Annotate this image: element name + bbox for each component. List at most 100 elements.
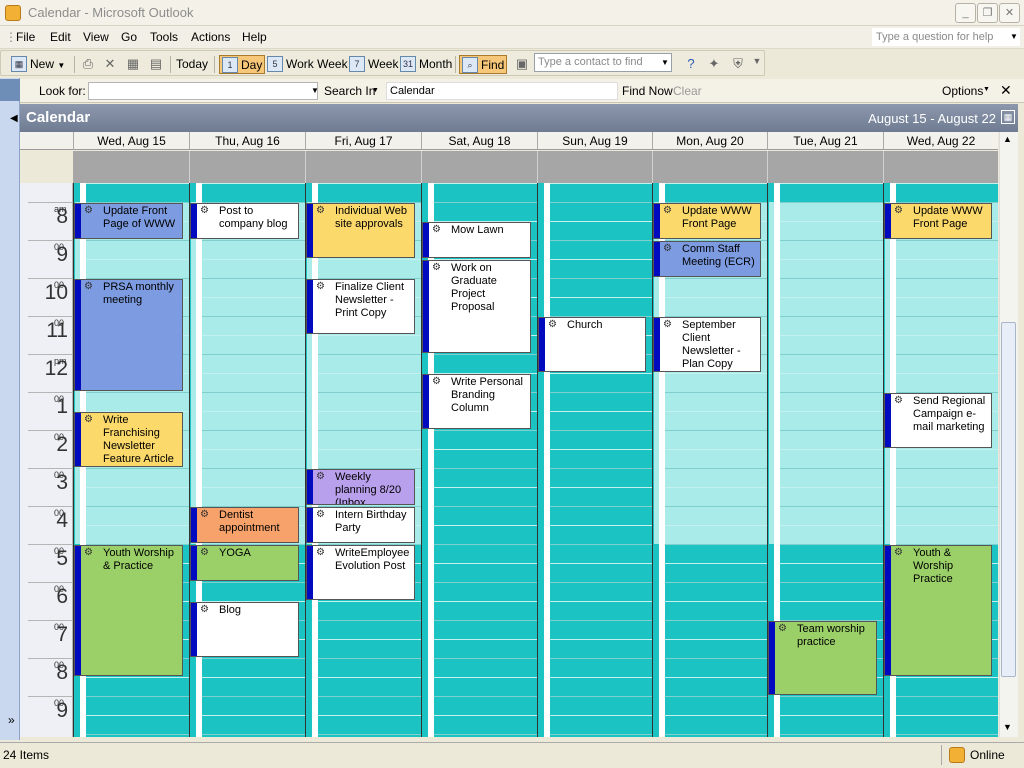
security-shield-icon[interactable]: ⛨ [729, 56, 747, 73]
day-header-1[interactable]: Thu, Aug 16 [189, 132, 305, 150]
appointment[interactable]: ⚙ WriteEmployee Evolution Post [306, 545, 415, 600]
appointment[interactable]: ⚙ Finalize Client Newsletter - Print Copy [306, 279, 415, 334]
appointment[interactable]: ⚙ Update Front Page of WWW [74, 203, 183, 239]
menu-actions[interactable]: Actions [191, 30, 230, 44]
day-header-4[interactable]: Sun, Aug 19 [537, 132, 652, 150]
all-day-event-area[interactable] [73, 151, 998, 183]
tools-icon[interactable]: ✦ [705, 56, 723, 73]
clear-button[interactable]: Clear [673, 84, 702, 98]
time-grid[interactable]: 8 am 9 00 10 00 11 00 12 pm 1 00 2 00 3 00 4 00 5 00 6 00 7 00 8… [20, 183, 998, 737]
day-header-2[interactable]: Fri, Aug 17 [305, 132, 421, 150]
busy-status-bar [423, 261, 429, 352]
hour-line [665, 658, 767, 659]
options-button[interactable]: Options [942, 84, 983, 98]
busy-status-bar [423, 375, 429, 428]
appointment[interactable]: ⚙ Youth Worship & Practice [74, 545, 183, 676]
appointment[interactable]: ⚙ Update WWW Front Page [653, 203, 761, 239]
week-7-icon: 7 [349, 56, 365, 72]
toolbar-options-chevron-icon[interactable]: ▼ [748, 56, 766, 73]
navigation-pane[interactable] [0, 78, 20, 740]
grid-view-icon[interactable]: ▦ [124, 56, 142, 73]
appointment[interactable]: ⚙ Update WWW Front Page [884, 203, 992, 239]
search-in-chevron-icon[interactable]: ▼ [372, 87, 379, 94]
delete-icon[interactable]: ✕ [101, 56, 119, 73]
menu-help[interactable]: Help [242, 30, 267, 44]
day-column-2[interactable] [305, 183, 421, 737]
scroll-down-icon[interactable]: ▼ [1003, 722, 1012, 732]
appointment[interactable]: ⚙ Dentist appointment [190, 507, 299, 543]
appointment[interactable]: ⚙ Write Personal Branding Column [422, 374, 531, 429]
day-header-0[interactable]: Wed, Aug 15 [73, 132, 189, 150]
appointment[interactable]: ⚙ Send Regional Campaign e-mail marketing [884, 393, 992, 448]
day-header-7[interactable]: Wed, Aug 22 [883, 132, 998, 150]
week-view-button[interactable]: 7 Week [347, 55, 400, 74]
today-button[interactable]: Today [171, 55, 210, 74]
hour-line [780, 696, 883, 697]
day-header-6[interactable]: Tue, Aug 21 [767, 132, 883, 150]
menu-go[interactable]: Go [121, 30, 137, 44]
appointment[interactable]: ⚙ Work on Graduate Project Proposal [422, 260, 531, 353]
ask-question-input[interactable]: Type a question for help [872, 28, 1020, 46]
day-header-5[interactable]: Mon, Aug 20 [652, 132, 767, 150]
work-week-view-button[interactable]: 5 Work Week [265, 55, 350, 74]
busy-status-bar [75, 204, 81, 238]
menu-tools[interactable]: Tools [150, 30, 178, 44]
appointment[interactable]: ⚙ September Client Newsletter - Plan Copy [653, 317, 761, 372]
appointment[interactable]: ⚙ Post to company blog [190, 203, 299, 239]
appointment[interactable]: ⚙ Mow Lawn [422, 222, 531, 258]
new-button[interactable]: ▦ New ▼ [9, 55, 67, 74]
address-book-icon[interactable]: ▤ [147, 56, 165, 73]
look-for-dropdown-icon[interactable]: ▼ [311, 86, 319, 95]
vertical-scrollbar[interactable]: ▲ ▼ [999, 132, 1018, 737]
collapse-arrow-icon[interactable]: ◀ [10, 113, 18, 124]
contact-dropdown-icon[interactable]: ▼ [661, 58, 669, 67]
appointment[interactable]: ⚙ Church [538, 317, 646, 372]
day-view-button[interactable]: 1 Day [219, 55, 266, 74]
hour-line [86, 259, 189, 260]
recurrence-icon: ⚙ [432, 224, 441, 235]
hour-tick [28, 582, 73, 583]
hour-line [434, 601, 537, 602]
find-button[interactable]: ⌕ Find [459, 55, 508, 74]
month-view-button[interactable]: 31 Month [398, 55, 454, 74]
menu-view[interactable]: View [83, 30, 109, 44]
options-chevron-icon[interactable]: ▼ [983, 86, 990, 93]
calendar-grid-icon[interactable]: ▦ [1001, 110, 1015, 124]
appointment[interactable]: ⚙ Weekly planning 8/20 (Inbox [306, 469, 415, 505]
help-icon[interactable]: ? [682, 56, 700, 73]
scrollbar-thumb[interactable] [1001, 322, 1016, 677]
address-book-icon[interactable]: ▣ [513, 56, 531, 73]
search-in-value[interactable]: Calendar [386, 82, 618, 100]
find-now-button[interactable]: Find Now [622, 84, 673, 98]
day-header-3[interactable]: Sat, Aug 18 [421, 132, 537, 150]
menu-edit[interactable]: Edit [50, 30, 71, 44]
expand-chevron-icon[interactable]: » [8, 713, 15, 727]
close-button[interactable]: ✕ [999, 3, 1020, 23]
appointment-subject: Weekly planning 8/20 (Inbox [335, 471, 402, 505]
appointment[interactable]: ⚙ PRSA monthly meeting [74, 279, 183, 391]
appointment[interactable]: ⚙ Team worship practice [768, 621, 877, 695]
restore-button[interactable]: ❐ [977, 3, 998, 23]
hour-line [665, 278, 767, 279]
busy-status-bar [307, 546, 313, 599]
recurrence-icon: ⚙ [84, 547, 93, 558]
menu-file[interactable]: File [16, 30, 35, 44]
appointment[interactable]: ⚙ Comm Staff Meeting (ECR) [653, 241, 761, 277]
appointment[interactable]: ⚙ Youth & Worship Practice [884, 545, 992, 676]
close-find-bar-icon[interactable]: ✕ [1000, 82, 1012, 99]
day-column-4[interactable] [537, 183, 652, 737]
appointment[interactable]: ⚙ Write Franchising Newsletter Feature Ar… [74, 412, 183, 467]
appointment[interactable]: ⚙ Intern Birthday Party [306, 507, 415, 543]
search-in-button[interactable]: Search In [324, 84, 375, 98]
hour-line [550, 544, 652, 545]
appointment[interactable]: ⚙ YOGA [190, 545, 299, 581]
navigation-pane-header[interactable] [0, 79, 20, 101]
look-for-input[interactable] [88, 82, 318, 100]
minimize-button[interactable]: _ [955, 3, 976, 23]
appointment[interactable]: ⚙ Individual Web site approvals [306, 203, 415, 258]
ask-dropdown-icon[interactable]: ▼ [1010, 32, 1018, 41]
scroll-up-icon[interactable]: ▲ [1003, 134, 1012, 144]
print-icon[interactable]: ⎙ [79, 56, 97, 73]
appointment[interactable]: ⚙ Blog [190, 602, 299, 657]
contact-search-input[interactable]: Type a contact to find [534, 53, 672, 72]
